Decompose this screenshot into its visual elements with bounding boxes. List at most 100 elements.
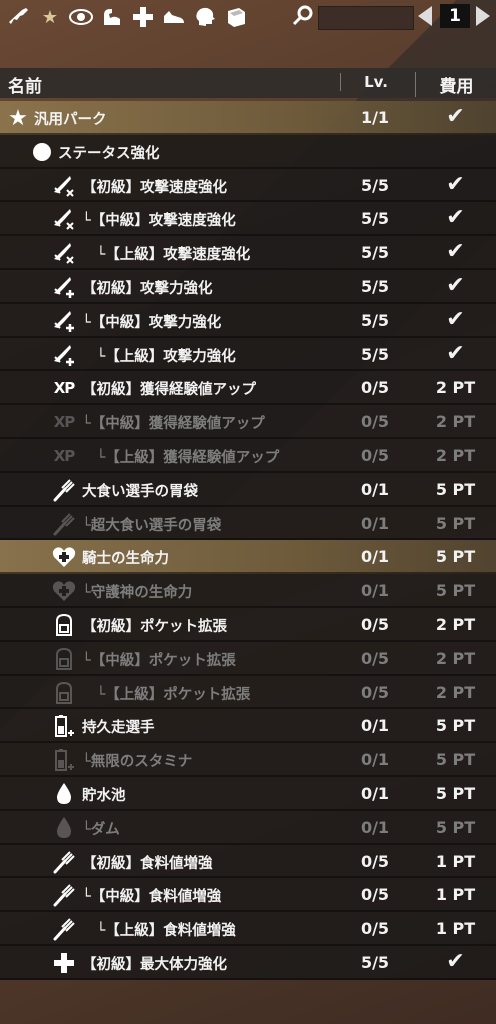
perk-level: 0/5 [360, 445, 390, 465]
purchased-check-icon: ✔ [446, 340, 465, 366]
rifle-icon[interactable] [7, 5, 31, 29]
perk-row[interactable]: 【初級】攻撃速度強化 5/5 ✔ [0, 168, 496, 203]
column-header-cost[interactable]: 費用 [415, 72, 496, 97]
perk-cost: 2 PT [435, 648, 476, 668]
perk-name: 【初級】ポケット拡張 [82, 618, 227, 635]
perk-row[interactable]: └守護神の生命力 0/1 5 PT [0, 574, 496, 608]
perk-row[interactable]: 騎士の生命力 0/1 5 PT [0, 540, 496, 575]
perk-row[interactable]: └【上級】攻撃速度強化 5/5 ✔ [0, 236, 496, 270]
sword-x-icon [52, 207, 76, 231]
purchased-check-icon: ✔ [446, 948, 465, 974]
perk-cost: 2 PT [435, 682, 476, 702]
cross-icon [52, 951, 76, 975]
perk-name: └超大食い選手の胃袋 [82, 517, 222, 534]
fork-icon [52, 512, 76, 536]
perk-row[interactable]: └【上級】食料値増強 0/5 1 PT [0, 912, 496, 946]
perk-name: └【上級】食料値増強 [82, 923, 236, 940]
perk-level: 0/5 [360, 378, 390, 398]
perk-level: 0/5 [360, 851, 390, 871]
perk-row[interactable]: 【初級】ポケット拡張 0/5 2 PT [0, 607, 496, 642]
fork-icon [52, 917, 76, 941]
perk-row[interactable]: └【上級】攻撃力強化 5/5 ✔ [0, 337, 496, 372]
star-icon[interactable]: ★ [38, 5, 62, 29]
perk-name: 【初級】攻撃力強化 [82, 280, 213, 297]
page-number: 1 [440, 4, 470, 28]
column-header-name[interactable]: 名前 [8, 72, 42, 97]
circle-icon [30, 140, 54, 164]
perk-cost: 1 PT [435, 919, 476, 939]
perk-level: 5/5 [360, 209, 390, 229]
perk-level: 5/5 [360, 276, 390, 296]
fork-icon [52, 883, 76, 907]
perk-row[interactable]: 【初級】食料値増強 0/5 1 PT [0, 844, 496, 879]
perk-row[interactable]: ★ 汎用パーク 1/1 ✔ [0, 101, 496, 135]
star-icon: ★ [8, 105, 28, 131]
backpack-icon [52, 681, 76, 705]
search-input[interactable] [318, 6, 414, 30]
perk-level: 0/1 [360, 479, 390, 499]
perk-row[interactable]: 持久走選手 0/1 5 PT [0, 709, 496, 744]
shoe-icon[interactable] [162, 5, 186, 29]
backpack-icon [52, 647, 76, 671]
table-header: 名前 Lv. 費用 [0, 68, 496, 98]
cross-icon[interactable] [131, 5, 155, 29]
perk-cost: 5 PT [435, 513, 476, 533]
xp-icon: XP [53, 413, 76, 432]
perk-name: 【初級】最大体力強化 [82, 956, 227, 973]
perk-name: 大食い選手の胃袋 [82, 483, 198, 500]
perk-row[interactable]: 大食い選手の胃袋 0/1 5 PT [0, 472, 496, 507]
perk-row[interactable]: ステータス強化 [0, 134, 496, 169]
perk-level: 0/5 [360, 412, 390, 432]
perk-cost: 5 PT [435, 479, 476, 499]
next-page-button[interactable] [476, 6, 490, 26]
previous-page-button[interactable] [418, 6, 432, 26]
sword-plus-icon [52, 343, 76, 367]
book-icon[interactable] [224, 5, 248, 29]
perk-cost: 2 PT [435, 614, 476, 634]
sword-x-icon [52, 174, 76, 198]
muscle-icon[interactable] [100, 5, 124, 29]
perk-row[interactable]: 貯水池 0/1 5 PT [0, 776, 496, 811]
perk-name: 貯水池 [82, 787, 126, 804]
heart-icon [52, 545, 76, 569]
battery-icon [52, 714, 76, 738]
fork-icon [52, 850, 76, 874]
perk-cost: 5 PT [435, 783, 476, 803]
purchased-check-icon: ✔ [446, 272, 465, 298]
perk-row[interactable]: 【初級】最大体力強化 5/5 ✔ [0, 945, 496, 980]
column-header-level[interactable]: Lv. [340, 73, 411, 91]
perk-name: └【上級】獲得経験値アップ [82, 449, 280, 466]
perk-level: 0/1 [360, 547, 390, 567]
xp-icon: XP [53, 379, 76, 398]
perk-name: 【初級】攻撃速度強化 [82, 179, 227, 196]
drop-icon [52, 782, 76, 806]
perk-row[interactable]: └無限のスタミナ 0/1 5 PT [0, 743, 496, 777]
perk-row[interactable]: └超大食い選手の胃袋 0/1 5 PT [0, 506, 496, 541]
perk-row[interactable]: XP 【初級】獲得経験値アップ 0/5 2 PT [0, 371, 496, 406]
perk-row[interactable]: 【初級】攻撃力強化 5/5 ✔ [0, 269, 496, 304]
perk-row[interactable]: └【中級】ポケット拡張 0/5 2 PT [0, 641, 496, 676]
perk-row[interactable]: └ダム 0/1 5 PT [0, 810, 496, 845]
perk-cost: 1 PT [435, 885, 476, 905]
search-icon[interactable] [292, 5, 314, 27]
perk-row[interactable]: XP └【中級】獲得経験値アップ 0/5 2 PT [0, 405, 496, 439]
perk-row[interactable]: └【中級】攻撃速度強化 5/5 ✔ [0, 202, 496, 237]
perk-name: 汎用パーク [34, 112, 107, 128]
brain-icon[interactable] [193, 5, 217, 29]
perk-row[interactable]: └【中級】食料値増強 0/5 1 PT [0, 878, 496, 913]
perk-level: 5/5 [360, 175, 390, 195]
perk-row[interactable]: └【上級】ポケット拡張 0/5 2 PT [0, 675, 496, 710]
perk-level: 5/5 [360, 952, 390, 972]
perk-level: 0/5 [360, 919, 390, 939]
perk-level: 0/1 [360, 750, 390, 770]
purchased-check-icon: ✔ [446, 104, 465, 129]
perk-cost: 2 PT [435, 445, 476, 465]
perk-name: └【上級】攻撃力強化 [82, 348, 236, 365]
perk-name: └無限のスタミナ [82, 754, 193, 771]
perk-row[interactable]: └【中級】攻撃力強化 5/5 ✔ [0, 303, 496, 338]
purchased-check-icon: ✔ [446, 239, 465, 265]
perk-row[interactable]: XP └【上級】獲得経験値アップ 0/5 2 PT [0, 438, 496, 473]
eye-icon[interactable] [69, 5, 93, 29]
perk-name: └ダム [82, 821, 120, 838]
perk-name: 【初級】食料値増強 [82, 855, 213, 872]
